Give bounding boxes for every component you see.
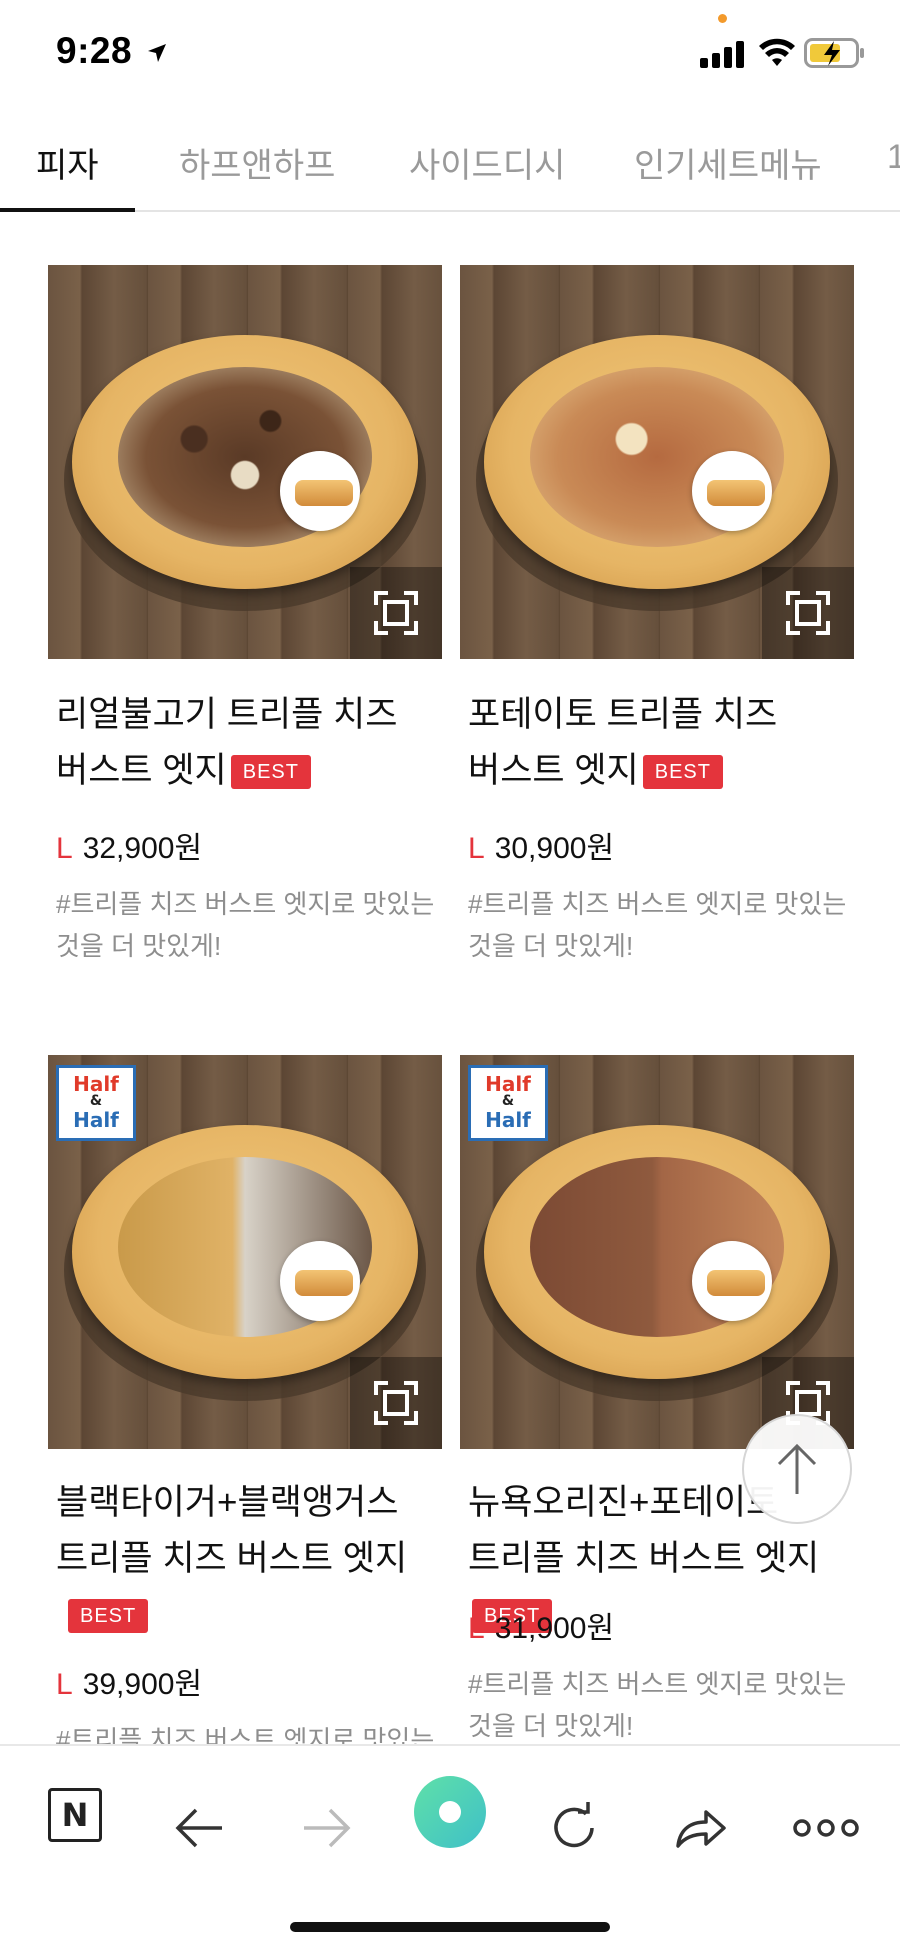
edge-preview-image — [280, 1241, 360, 1321]
active-tab-indicator — [0, 208, 135, 212]
edge-preview-image — [280, 451, 360, 531]
status-time: 9:28 — [56, 30, 133, 71]
product-price: L 32,900원 — [56, 823, 202, 867]
wifi-icon — [759, 38, 795, 66]
price-value: 32,900원 — [82, 832, 203, 865]
product-name-text: 리얼불고기 트리플 치즈 버스트 엣지 — [56, 695, 398, 790]
product-name[interactable]: 블랙타이거+블랙앵거스 트리플 치즈 버스트 엣지 BEST — [56, 1475, 440, 1643]
zoom-button[interactable] — [350, 1357, 442, 1449]
size-label: L — [468, 832, 485, 865]
product-price: L 31,900원 — [468, 1603, 614, 1647]
more-options-icon[interactable] — [786, 1788, 866, 1868]
back-arrow-icon[interactable] — [160, 1788, 240, 1868]
product-card[interactable]: 포테이토 트리플 치즈 버스트 엣지 BEST L 30,900원 #트리플 치즈 … — [460, 265, 854, 985]
product-image[interactable]: Half & Half — [460, 1055, 854, 1449]
category-tabs: 피자 하프앤하프 사이드디시 인기세트메뉴 1 — [0, 110, 900, 212]
expand-icon — [374, 1381, 418, 1425]
product-description: #트리플 치즈 버스트 엣지로 맛있는 것을 더 맛있게! — [468, 1669, 847, 1741]
price-value: 30,900원 — [494, 832, 615, 865]
size-label: L — [56, 1668, 73, 1701]
product-description: #트리플 치즈 버스트 엣지로 맛있는 것 — [56, 1725, 435, 1745]
status-bar: 9:28 — [0, 0, 900, 110]
refresh-icon[interactable] — [534, 1788, 614, 1868]
expand-icon — [786, 591, 830, 635]
product-price: L 39,900원 — [56, 1659, 202, 1703]
zoom-button[interactable] — [762, 567, 854, 659]
half-and-half-logo: Half & Half — [468, 1065, 548, 1141]
best-badge: BEST — [642, 755, 723, 789]
zoom-button[interactable] — [350, 567, 442, 659]
share-icon[interactable] — [660, 1788, 740, 1868]
tab-next-partial[interactable]: 1 — [887, 138, 900, 177]
size-label: L — [468, 1612, 485, 1645]
product-price: L 30,900원 — [468, 823, 614, 867]
edge-preview-image — [692, 451, 772, 531]
edge-preview-image — [692, 1241, 772, 1321]
location-arrow-icon — [148, 44, 166, 62]
product-name[interactable]: 포테이토 트리플 치즈 버스트 엣지 BEST — [468, 687, 852, 799]
tab-half-and-half[interactable]: 하프앤하프 — [179, 138, 335, 187]
price-value: 31,900원 — [494, 1612, 615, 1645]
product-card[interactable]: 리얼불고기 트리플 치즈 버스트 엣지 BEST L 32,900원 #트리플 치즈… — [48, 265, 442, 985]
product-card[interactable]: Half & Half 블랙타이거+블랙앵거스 트리플 치즈 버스트 엣지 BES… — [48, 1055, 442, 1745]
product-image[interactable] — [460, 265, 854, 659]
product-description: #트리플 치즈 버스트 엣지로 맛있는 것을 더 맛있게! — [468, 889, 847, 961]
expand-icon — [374, 591, 418, 635]
scroll-to-top-button[interactable] — [742, 1414, 852, 1524]
best-badge: BEST — [230, 755, 311, 789]
home-indicator — [290, 1922, 610, 1932]
recording-dot — [718, 14, 727, 23]
cellular-signal-icon — [700, 41, 744, 68]
tab-popular-set-menu[interactable]: 인기세트메뉴 — [634, 138, 822, 187]
product-description: #트리플 치즈 버스트 엣지로 맛있는 것을 더 맛있게! — [56, 889, 435, 961]
forward-arrow-icon[interactable] — [286, 1788, 366, 1868]
half-and-half-logo: Half & Half — [56, 1065, 136, 1141]
naver-home-button[interactable]: N — [48, 1788, 102, 1842]
product-image[interactable] — [48, 265, 442, 659]
arrow-up-icon — [777, 1443, 817, 1494]
browser-toolbar: N — [0, 1744, 900, 1949]
product-name[interactable]: 리얼불고기 트리플 치즈 버스트 엣지 BEST — [56, 687, 440, 799]
product-card[interactable]: Half & Half 뉴욕오리진+포테이토 트리플 치즈 버스트 엣지BEST… — [460, 1055, 854, 1745]
product-image[interactable]: Half & Half — [48, 1055, 442, 1449]
battery-charging-icon — [804, 38, 864, 68]
price-value: 39,900원 — [82, 1668, 203, 1701]
size-label: L — [56, 832, 73, 865]
tab-side-dish[interactable]: 사이드디시 — [409, 138, 565, 187]
green-dot-button[interactable] — [414, 1776, 486, 1848]
product-name-text: 블랙타이거+블랙앵거스 트리플 치즈 버스트 엣지 — [56, 1483, 408, 1578]
product-name-text: 포테이토 트리플 치즈 버스트 엣지 — [468, 695, 778, 790]
best-badge: BEST — [68, 1599, 149, 1633]
tab-pizza[interactable]: 피자 — [36, 138, 99, 187]
